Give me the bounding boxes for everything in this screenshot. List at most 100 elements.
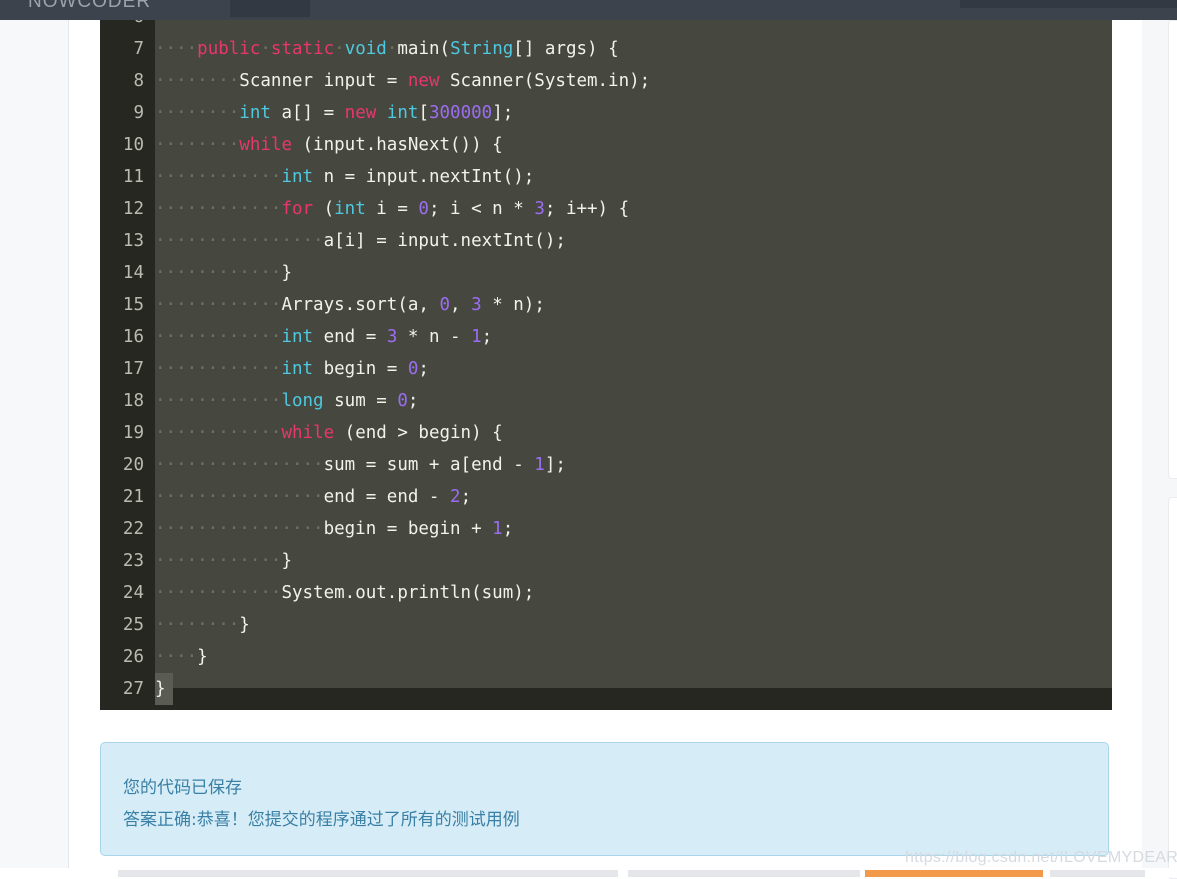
code-token: long	[281, 391, 324, 411]
code-token: while	[281, 423, 335, 443]
line-number: 13	[122, 231, 144, 251]
site-logo-nowcoder[interactable]: NOWCODER	[28, 0, 151, 13]
code-token: String	[450, 39, 514, 59]
code-line[interactable]: 11 ············int n = input.nextInt();	[100, 161, 1112, 193]
line-number: 26	[122, 647, 144, 667]
code-line-text: ········while (input.hasNext()) {	[155, 129, 503, 161]
code-line[interactable]: 27}	[100, 673, 1112, 705]
code-token: 1	[534, 455, 545, 475]
code-token: System.out.println(sum);	[281, 583, 535, 603]
code-token: ·	[386, 39, 398, 59]
line-number: 21	[122, 487, 144, 507]
right-panel-card-bottom[interactable]	[1168, 497, 1177, 879]
indent-guide: ····	[155, 647, 198, 667]
code-token: (input.hasNext()) {	[291, 135, 503, 155]
code-token: Scanner(System.in);	[439, 71, 651, 91]
line-number: 8	[133, 71, 144, 91]
line-number: 22	[122, 519, 144, 539]
code-line[interactable]: 15 ············Arrays.sort(a, 0, 3 * n);	[100, 289, 1112, 321]
code-line[interactable]: 17 ············int begin = 0;	[100, 353, 1112, 385]
code-token: int	[386, 103, 419, 123]
indent-guide: ············	[155, 391, 282, 411]
indent-guide: ········	[155, 71, 240, 91]
code-line[interactable]: 6	[100, 20, 1112, 33]
code-token: (	[313, 199, 335, 219]
submit-button[interactable]	[865, 870, 1043, 877]
indent-guide: ················	[155, 519, 324, 539]
code-line[interactable]: 25 ········}	[100, 609, 1112, 641]
code-token: ; i < n *	[428, 199, 535, 219]
code-token: int	[281, 327, 314, 347]
code-token: end =	[313, 327, 387, 347]
result-accepted-text: 答案正确:恭喜！您提交的程序通过了所有的测试用例	[123, 810, 520, 830]
indent-guide: ········	[155, 615, 240, 635]
code-line[interactable]: 14 ············}	[100, 257, 1112, 289]
nav-user-area[interactable]	[960, 0, 1177, 8]
code-line[interactable]: 19 ············while (end > begin) {	[100, 417, 1112, 449]
code-line-text: ················begin = begin + 1;	[155, 513, 513, 545]
code-line[interactable]: 12 ············for (int i = 0; i < n * 3;…	[100, 193, 1112, 225]
code-line[interactable]: 23 ············}	[100, 545, 1112, 577]
code-line[interactable]: 13 ················a[i] = input.nextInt()…	[100, 225, 1112, 257]
code-token: a[i] = input.nextInt();	[323, 231, 566, 251]
code-line-text: ············}	[155, 257, 292, 289]
nav-tab-active[interactable]	[230, 0, 310, 17]
code-line[interactable]: 20 ················sum = sum + a[end - 1]…	[100, 449, 1112, 481]
code-line-text: ············int begin = 0;	[155, 353, 429, 385]
code-line[interactable]: 24 ············System.out.println(sum);	[100, 577, 1112, 609]
code-line[interactable]: 18 ············long sum = 0;	[100, 385, 1112, 417]
indent-guide: ················	[155, 487, 324, 507]
code-token: }	[281, 551, 292, 571]
code-line-text: ············long sum = 0;	[155, 385, 418, 417]
code-line[interactable]: 22 ················begin = begin + 1;	[100, 513, 1112, 545]
code-line[interactable]: 10 ········while (input.hasNext()) {	[100, 129, 1112, 161]
line-number: 20	[122, 455, 144, 475]
code-token: 1	[492, 519, 503, 539]
page-root: NOWCODER 7 ····public·static·void·main(St…	[0, 0, 1177, 879]
code-line[interactable]: 8 ········Scanner input = new Scanner(Sys…	[100, 65, 1112, 97]
code-token: int	[334, 199, 366, 219]
code-line[interactable]: 9 ········int a[] = new int[300000];	[100, 97, 1112, 129]
code-line-text: ········}	[155, 609, 250, 641]
indent-guide: ········	[155, 103, 240, 123]
indent-guide: ············	[155, 167, 282, 187]
code-line-text: ············int n = input.nextInt();	[155, 161, 534, 193]
code-token: ;	[481, 327, 493, 347]
submission-result-box: 您的代码已保存 答案正确:恭喜！您提交的程序通过了所有的测试用例	[100, 742, 1109, 856]
line-number: 11	[122, 167, 144, 187]
code-token: begin = begin +	[323, 519, 493, 539]
line-number: 18	[122, 391, 144, 411]
indent-guide: ············	[155, 263, 282, 283]
code-line-text: ····}	[155, 641, 208, 673]
code-token: ;	[460, 487, 472, 507]
code-line-text: ········int a[] = new int[300000];	[155, 97, 513, 129]
code-line-text: ············while (end > begin) {	[155, 417, 503, 449]
code-line[interactable]: 21 ················end = end - 2;	[100, 481, 1112, 513]
code-token: }	[155, 679, 166, 699]
code-token: Scanner input =	[239, 71, 408, 91]
code-line[interactable]: 26 ····}	[100, 641, 1112, 673]
action-bar-divider	[0, 868, 1177, 869]
code-token: 0	[418, 199, 429, 219]
code-token: static	[270, 39, 335, 59]
action-bar-right-controls[interactable]	[1050, 870, 1145, 877]
code-token: ·	[334, 39, 345, 59]
action-bar-secondary-button[interactable]	[628, 870, 860, 877]
editor-action-bar[interactable]	[0, 868, 1177, 877]
code-token: int	[239, 103, 271, 123]
code-line[interactable]: 16 ············int end = 3 * n - 1;	[100, 321, 1112, 353]
code-line-text: ············int end = 3 * n - 1;	[155, 321, 492, 353]
indent-guide: ············	[155, 423, 282, 443]
indent-guide: ················	[155, 455, 324, 475]
code-editor[interactable]: 7 ····public·static·void·main(String[] ar…	[100, 20, 1112, 710]
code-token: ·	[260, 39, 271, 59]
right-panel-card-top[interactable]	[1168, 20, 1177, 479]
result-saved-text: 您的代码已保存	[123, 778, 242, 798]
code-token: for	[281, 199, 314, 219]
code-line-text: ············System.out.println(sum);	[155, 577, 534, 609]
action-bar-left-controls[interactable]	[118, 870, 618, 877]
code-token: * n -	[397, 327, 472, 347]
line-number: 7	[133, 39, 144, 59]
code-line[interactable]: 7 ····public·static·void·main(String[] ar…	[100, 33, 1112, 65]
code-token: sum =	[323, 391, 398, 411]
